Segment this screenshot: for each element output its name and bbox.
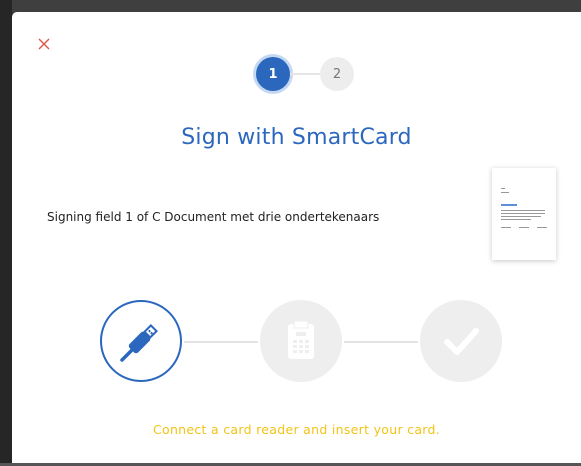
doc-heading xyxy=(501,204,517,206)
doc-line xyxy=(501,219,531,220)
backdrop xyxy=(0,0,581,12)
progress-step-connect xyxy=(100,300,182,382)
doc-signature-line xyxy=(519,227,529,228)
doc-line xyxy=(501,216,541,217)
doc-line xyxy=(501,192,509,193)
step-2: 2 xyxy=(320,57,354,91)
progress-step-done xyxy=(420,300,502,382)
usb-icon xyxy=(120,324,158,362)
smartcard-progress xyxy=(100,300,506,384)
backdrop-side xyxy=(0,0,12,466)
dialog-title: Sign with SmartCard xyxy=(181,125,412,150)
step-indicator: 1 2 xyxy=(256,57,366,91)
progress-step-reader xyxy=(260,300,342,382)
signing-dialog: 1 2 Sign with SmartCard Signing field 1 … xyxy=(12,12,581,463)
progress-connector xyxy=(344,341,418,343)
doc-line xyxy=(501,210,545,211)
instruction-text: Connect a card reader and insert your ca… xyxy=(152,422,441,437)
progress-connector xyxy=(184,341,258,343)
step-1: 1 xyxy=(256,57,290,91)
card-reader-icon xyxy=(288,321,314,359)
document-thumbnail[interactable] xyxy=(492,168,556,260)
doc-line xyxy=(501,188,505,189)
step-connector xyxy=(290,73,320,75)
signing-field-info: Signing field 1 of C Document met drie o… xyxy=(47,210,380,224)
checkmark-icon xyxy=(444,328,479,355)
close-icon xyxy=(38,38,50,50)
doc-signature-line xyxy=(537,227,547,228)
doc-line xyxy=(501,213,545,214)
doc-signature-line xyxy=(501,227,511,228)
close-button[interactable] xyxy=(34,34,54,54)
